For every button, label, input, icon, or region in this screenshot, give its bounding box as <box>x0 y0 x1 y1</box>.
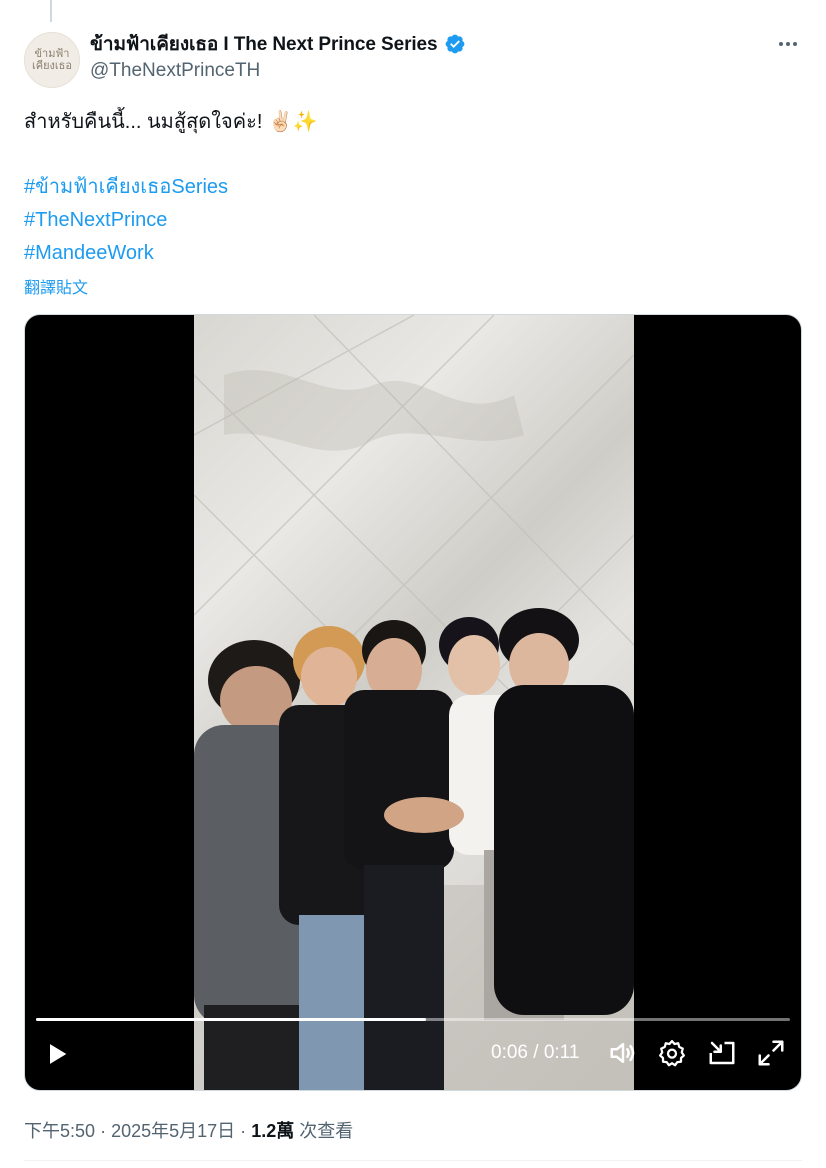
more-icon-dot <box>793 42 797 46</box>
avatar[interactable]: ข้ามฟ้าเคียงเธอ <box>24 32 80 88</box>
video-controls: 0:06 / 0:11 <box>25 1020 801 1090</box>
picture-in-picture-icon[interactable] <box>707 1038 737 1068</box>
tweet-text-line: สำหรับคืนนี้... นมสู้สุดใจค่ะ! ✌🏻✨ <box>24 111 318 133</box>
video-player[interactable]: 0:06 / 0:11 <box>24 314 802 1091</box>
settings-icon[interactable] <box>657 1038 687 1068</box>
volume-icon[interactable] <box>608 1038 638 1068</box>
more-icon <box>779 42 783 46</box>
more-icon-dot <box>786 42 790 46</box>
video-time-separator: / <box>533 1042 539 1063</box>
view-count-label: 次查看 <box>299 1121 354 1141</box>
post-time[interactable]: 下午5:50 <box>24 1121 95 1141</box>
metadata-separator: · <box>240 1121 247 1141</box>
avatar-logo-text: ข้ามฟ้าเคียงเธอ <box>31 47 72 72</box>
fullscreen-icon[interactable] <box>756 1038 786 1068</box>
thread-connector-line <box>50 0 52 22</box>
metadata-separator: · <box>100 1121 107 1141</box>
display-name[interactable]: ข้ามฟ้าเคียงเธอ I The Next Prince Series <box>90 29 438 59</box>
hashtag-link[interactable]: #ข้ามฟ้าเคียงเธอSeries <box>24 171 802 204</box>
tweet-header: ข้ามฟ้าเคียงเธอ I The Next Prince Series… <box>90 30 802 82</box>
translate-post-link[interactable]: 翻譯貼文 <box>24 274 88 298</box>
video-time-display: 0:06 / 0:11 <box>491 1042 579 1064</box>
video-frame <box>194 315 634 1090</box>
more-options-button[interactable] <box>774 30 802 58</box>
hashtag-link[interactable]: #TheNextPrince <box>24 204 802 237</box>
tweet-metadata: 下午5:50 · 2025年5月17日 · 1.2萬 次查看 <box>24 1117 353 1143</box>
user-handle[interactable]: @TheNextPrinceTH <box>90 60 802 82</box>
video-time-total: 0:11 <box>543 1042 580 1063</box>
post-date[interactable]: 2025年5月17日 <box>111 1121 235 1141</box>
video-time-current: 0:06 <box>491 1042 528 1063</box>
view-count: 1.2萬 <box>251 1121 295 1141</box>
play-icon[interactable] <box>43 1040 71 1068</box>
divider <box>24 1160 802 1161</box>
hashtag-link[interactable]: #MandeeWork <box>24 237 802 270</box>
verified-badge-icon <box>445 34 464 54</box>
tweet-text: สำหรับคืนนี้... นมสู้สุดใจค่ะ! ✌🏻✨ #ข้าม… <box>24 106 802 270</box>
video-thumbnail-scene <box>194 315 634 1090</box>
